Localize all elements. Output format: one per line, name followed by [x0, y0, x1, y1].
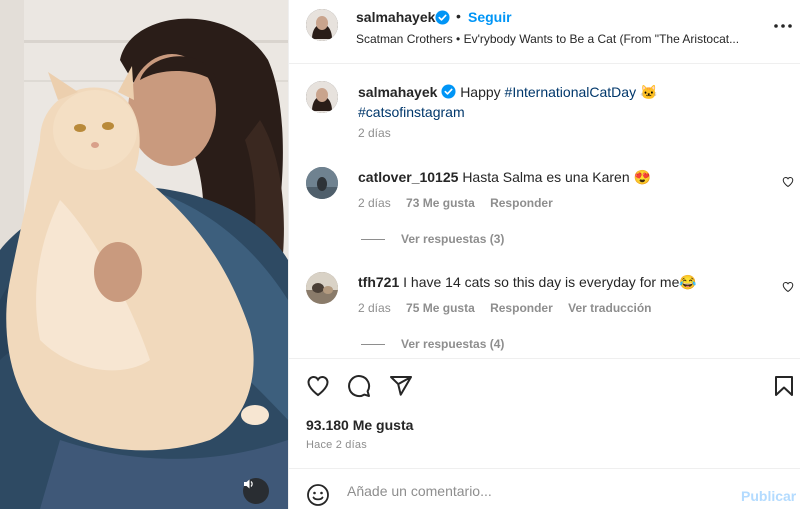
caption-body: Happy — [460, 84, 501, 100]
view-replies-button[interactable]: Ver respuestas (3) — [361, 232, 504, 246]
comment-avatar[interactable] — [306, 167, 338, 199]
comment-text: Hasta Salma es una Karen 😍 — [462, 169, 651, 185]
reply-button[interactable]: Responder — [490, 196, 553, 210]
comment-username[interactable]: tfh721 — [358, 274, 399, 290]
avatar[interactable] — [306, 9, 338, 41]
view-replies-button[interactable]: Ver respuestas (4) — [361, 337, 504, 351]
comment-time[interactable]: 2 días — [358, 196, 391, 210]
emoji-icon[interactable] — [306, 483, 330, 507]
comment-time[interactable]: 2 días — [358, 301, 391, 315]
reply-button[interactable]: Responder — [490, 301, 553, 315]
avatar-image — [306, 9, 338, 41]
share-icon[interactable] — [389, 374, 413, 398]
avatar-image — [306, 81, 338, 113]
view-replies-label: Ver respuestas (4) — [401, 337, 505, 351]
comment-composer: Publicar — [289, 468, 800, 509]
comment-avatar[interactable] — [306, 272, 338, 304]
post-header: salmahayek • Seguir Scatman Crothers • E… — [289, 0, 800, 64]
header-username[interactable]: salmahayek — [356, 9, 435, 25]
caption-text: salmahayek Happy #InternationalCatDay 🐱 … — [358, 82, 778, 122]
heart-icon[interactable] — [306, 374, 330, 398]
hashtag-link[interactable]: #InternationalCatDay — [505, 84, 637, 100]
translate-button[interactable]: Ver traducción — [568, 301, 651, 315]
action-bar — [289, 358, 800, 410]
post-timestamp[interactable]: Hace 2 días — [306, 439, 367, 451]
verified-badge-icon — [435, 10, 450, 25]
caption-avatar[interactable] — [306, 81, 338, 113]
heart-icon[interactable] — [782, 281, 794, 293]
comment-body: catlover_10125 Hasta Salma es una Karen … — [358, 167, 758, 187]
follow-button[interactable]: Seguir — [468, 9, 512, 25]
heart-icon[interactable] — [782, 176, 794, 188]
replies-divider — [361, 238, 385, 240]
comment-likes[interactable]: 73 Me gusta — [406, 196, 475, 210]
audio-track-label[interactable]: Scatman Crothers • Ev'rybody Wants to Be… — [356, 32, 756, 46]
replies-divider — [361, 343, 385, 345]
hashtag-link[interactable]: #catsofinstagram — [358, 104, 465, 120]
more-options-icon[interactable] — [773, 16, 793, 36]
publish-button[interactable]: Publicar — [741, 488, 796, 504]
comment-text: I have 14 cats so this day is everyday f… — [403, 274, 697, 290]
comment-body: tfh721 I have 14 cats so this day is eve… — [358, 272, 758, 292]
avatar-image — [306, 272, 338, 304]
comment-meta: 2 días 73 Me gusta Responder — [358, 196, 565, 210]
caption-username[interactable]: salmahayek — [358, 84, 437, 100]
comment-likes[interactable]: 75 Me gusta — [406, 301, 475, 315]
view-replies-label: Ver respuestas (3) — [401, 232, 505, 246]
photo-illustration — [0, 0, 288, 509]
sound-toggle-button[interactable] — [243, 478, 269, 504]
comment-username[interactable]: catlover_10125 — [358, 169, 458, 185]
likes-count[interactable]: 93.180 Me gusta — [306, 417, 413, 433]
bookmark-icon[interactable] — [772, 374, 796, 398]
caption-emoji: 🐱 — [639, 84, 658, 100]
header-separator: • — [456, 8, 461, 24]
post-details-panel: salmahayek • Seguir Scatman Crothers • E… — [288, 0, 800, 509]
avatar-image — [306, 167, 338, 199]
speaker-icon — [244, 479, 253, 489]
comment-icon[interactable] — [347, 374, 371, 398]
comment-input[interactable] — [347, 481, 727, 501]
caption-timestamp[interactable]: 2 días — [358, 126, 391, 140]
comment-meta: 2 días 75 Me gusta Responder Ver traducc… — [358, 301, 664, 315]
verified-badge-icon — [441, 84, 456, 99]
post-photo[interactable] — [0, 0, 288, 509]
